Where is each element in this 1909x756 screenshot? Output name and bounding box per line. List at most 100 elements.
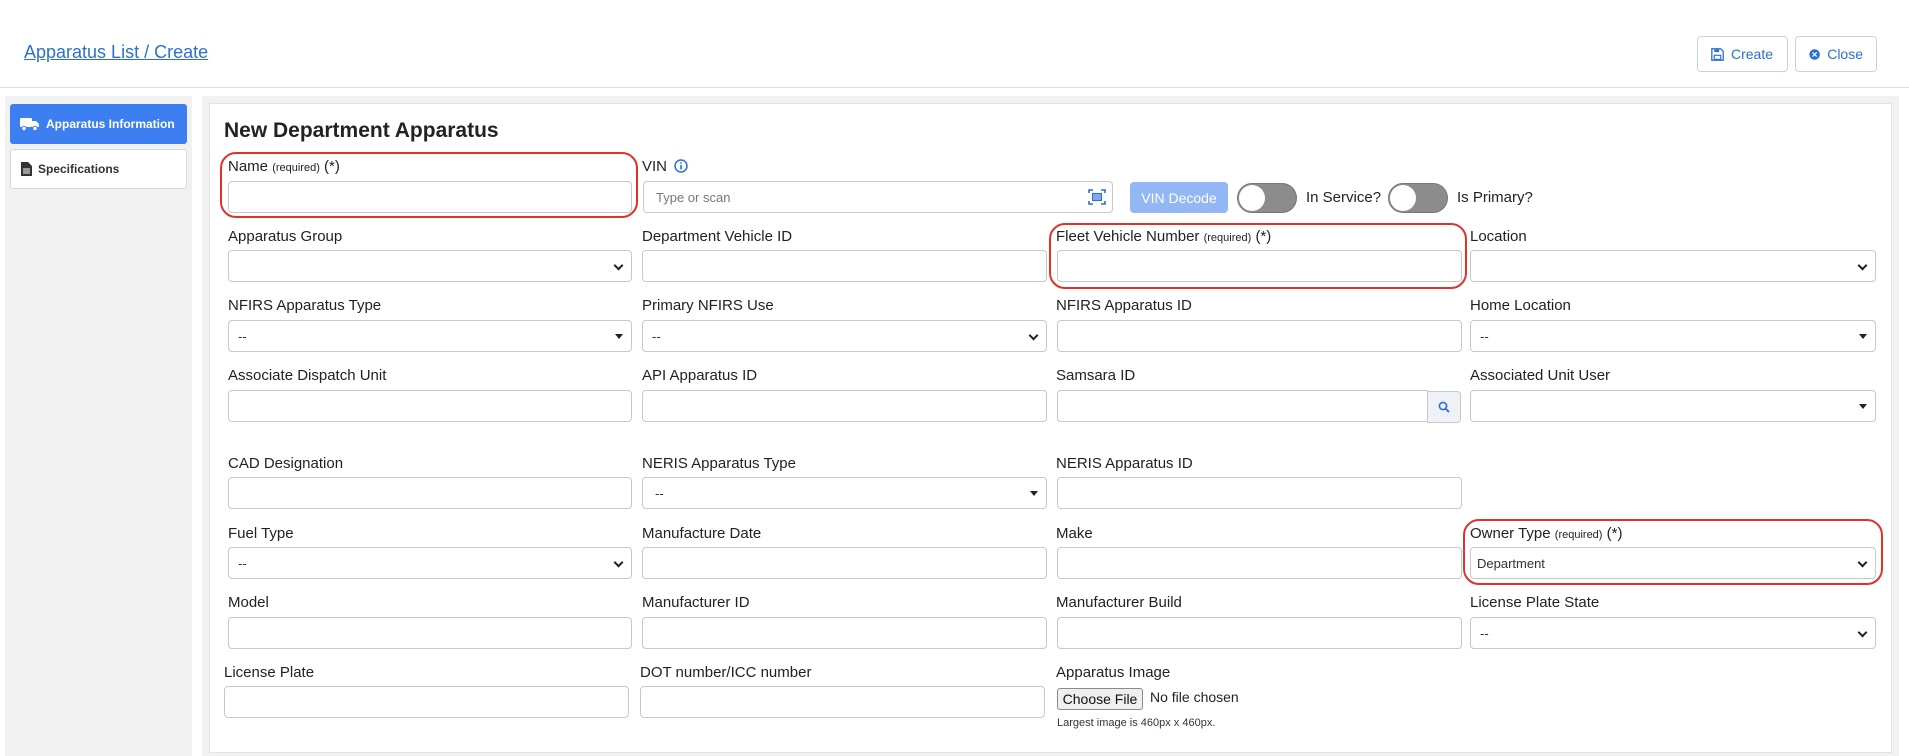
api-apparatus-id-input[interactable]	[642, 390, 1047, 422]
manufacturer-id-label: Manufacturer ID	[642, 594, 750, 611]
close-circle-icon	[1809, 48, 1820, 60]
label-text: VIN	[642, 158, 668, 175]
associated-unit-user-label: Associated Unit User	[1470, 367, 1611, 384]
in-service-toggle[interactable]	[1237, 183, 1297, 213]
vin-placeholder: Type or scan	[656, 190, 731, 205]
create-label: Create	[1731, 46, 1774, 62]
vin-decode-button[interactable]: VIN Decode	[1130, 182, 1228, 213]
make-label: Make	[1056, 525, 1093, 542]
neris-apparatus-type-select[interactable]: --	[642, 477, 1047, 509]
sidebar-item-label: Apparatus Information	[46, 117, 175, 131]
document-icon	[21, 162, 32, 176]
page-title: New Department Apparatus	[224, 119, 499, 142]
owner-type-label: Owner Type (required) (*)	[1470, 525, 1622, 542]
nfirs-apparatus-type-select[interactable]: --	[228, 320, 632, 352]
required-marker: (required)	[1203, 232, 1252, 244]
manufacture-date-label: Manufacture Date	[642, 525, 762, 542]
dot-icc-label: DOT number/ICC number	[640, 664, 812, 681]
primary-nfirs-use-select[interactable]: --	[642, 320, 1047, 352]
label-text: Name	[228, 158, 269, 175]
required-star: (*)	[1606, 525, 1623, 542]
select-value: --	[655, 486, 664, 501]
page-header: Apparatus List / Create Create Close	[0, 0, 1909, 88]
department-vehicle-id-input[interactable]	[642, 250, 1047, 282]
required-marker: (required)	[1554, 529, 1603, 541]
primary-nfirs-use-label: Primary NFIRS Use	[642, 297, 774, 314]
dot-icc-input[interactable]	[640, 686, 1045, 718]
is-primary-label: Is Primary?	[1457, 189, 1533, 206]
select-value: --	[238, 329, 247, 344]
cad-designation-input[interactable]	[228, 477, 632, 509]
select-value: --	[652, 329, 661, 344]
required-star: (*)	[1255, 228, 1272, 245]
apparatus-group-label: Apparatus Group	[228, 228, 343, 245]
truck-icon	[20, 118, 39, 131]
apparatus-image-label: Apparatus Image	[1056, 664, 1171, 681]
fuel-type-label: Fuel Type	[228, 525, 294, 542]
neris-apparatus-id-input[interactable]	[1057, 477, 1462, 509]
vin-label: VIN	[642, 158, 688, 175]
home-location-label: Home Location	[1470, 297, 1571, 314]
fleet-vehicle-number-input[interactable]	[1057, 250, 1462, 282]
close-label: Close	[1827, 46, 1863, 62]
manufacturer-build-label: Manufacturer Build	[1056, 594, 1182, 611]
info-icon[interactable]	[674, 159, 688, 173]
breadcrumb[interactable]: Apparatus List / Create	[24, 42, 208, 63]
search-icon	[1438, 401, 1450, 413]
select-value: --	[1480, 329, 1489, 344]
neris-apparatus-id-label: NERIS Apparatus ID	[1056, 455, 1193, 472]
nfirs-apparatus-id-label: NFIRS Apparatus ID	[1056, 297, 1192, 314]
samsara-search-button[interactable]	[1427, 391, 1461, 423]
make-input[interactable]	[1057, 547, 1462, 579]
in-service-label: In Service?	[1306, 189, 1382, 206]
sidebar-item-specifications[interactable]: Specifications	[10, 149, 187, 189]
location-select[interactable]	[1470, 250, 1876, 282]
manufacturer-build-input[interactable]	[1057, 617, 1462, 649]
license-plate-state-label: License Plate State	[1470, 594, 1600, 611]
name-input[interactable]	[228, 181, 632, 213]
samsara-id-input[interactable]	[1057, 390, 1428, 422]
label-text: Owner Type	[1470, 525, 1551, 542]
name-label: Name (required) (*)	[228, 158, 340, 175]
is-primary-toggle[interactable]	[1388, 183, 1448, 213]
model-label: Model	[228, 594, 269, 611]
location-label: Location	[1470, 228, 1527, 245]
manufacturer-id-input[interactable]	[642, 617, 1047, 649]
associate-dispatch-unit-label: Associate Dispatch Unit	[228, 367, 387, 384]
create-button[interactable]: Create	[1697, 36, 1788, 72]
license-plate-label: License Plate	[224, 664, 315, 681]
manufacture-date-input[interactable]	[642, 547, 1047, 579]
file-status: No file chosen	[1150, 689, 1239, 705]
license-plate-state-select[interactable]: --	[1470, 617, 1876, 649]
apparatus-group-select[interactable]	[228, 250, 632, 282]
vin-input[interactable]: Type or scan	[643, 181, 1082, 213]
required-star: (*)	[324, 158, 340, 175]
nfirs-apparatus-type-label: NFIRS Apparatus Type	[228, 297, 382, 314]
owner-type-select[interactable]: Department	[1470, 547, 1876, 579]
license-plate-input[interactable]	[224, 686, 629, 718]
department-vehicle-id-label: Department Vehicle ID	[642, 228, 793, 245]
samsara-id-label: Samsara ID	[1056, 367, 1136, 384]
sidebar-item-apparatus-information[interactable]: Apparatus Information	[10, 104, 187, 144]
api-apparatus-id-label: API Apparatus ID	[642, 367, 758, 384]
image-size-hint: Largest image is 460px x 460px.	[1057, 717, 1216, 729]
sidebar: Apparatus Information Specifications	[5, 96, 192, 756]
choose-file-button[interactable]: Choose File	[1057, 688, 1143, 710]
neris-apparatus-type-label: NERIS Apparatus Type	[642, 455, 796, 472]
nfirs-apparatus-id-input[interactable]	[1057, 320, 1462, 352]
fleet-vehicle-number-label: Fleet Vehicle Number (required) (*)	[1056, 228, 1271, 245]
select-value: --	[1480, 626, 1489, 641]
associate-dispatch-unit-input[interactable]	[228, 390, 632, 422]
associated-unit-user-select[interactable]	[1470, 390, 1876, 422]
fuel-type-select[interactable]: --	[228, 547, 632, 579]
toggle-knob	[1239, 185, 1265, 211]
barcode-scan-icon	[1087, 189, 1106, 205]
home-location-select[interactable]: --	[1470, 320, 1876, 352]
required-marker: (required)	[272, 162, 320, 174]
select-value: Department	[1477, 556, 1545, 571]
sidebar-item-label: Specifications	[38, 162, 120, 176]
model-input[interactable]	[228, 617, 632, 649]
cad-designation-label: CAD Designation	[228, 455, 344, 472]
close-button[interactable]: Close	[1795, 36, 1877, 72]
scan-button[interactable]	[1081, 181, 1113, 213]
